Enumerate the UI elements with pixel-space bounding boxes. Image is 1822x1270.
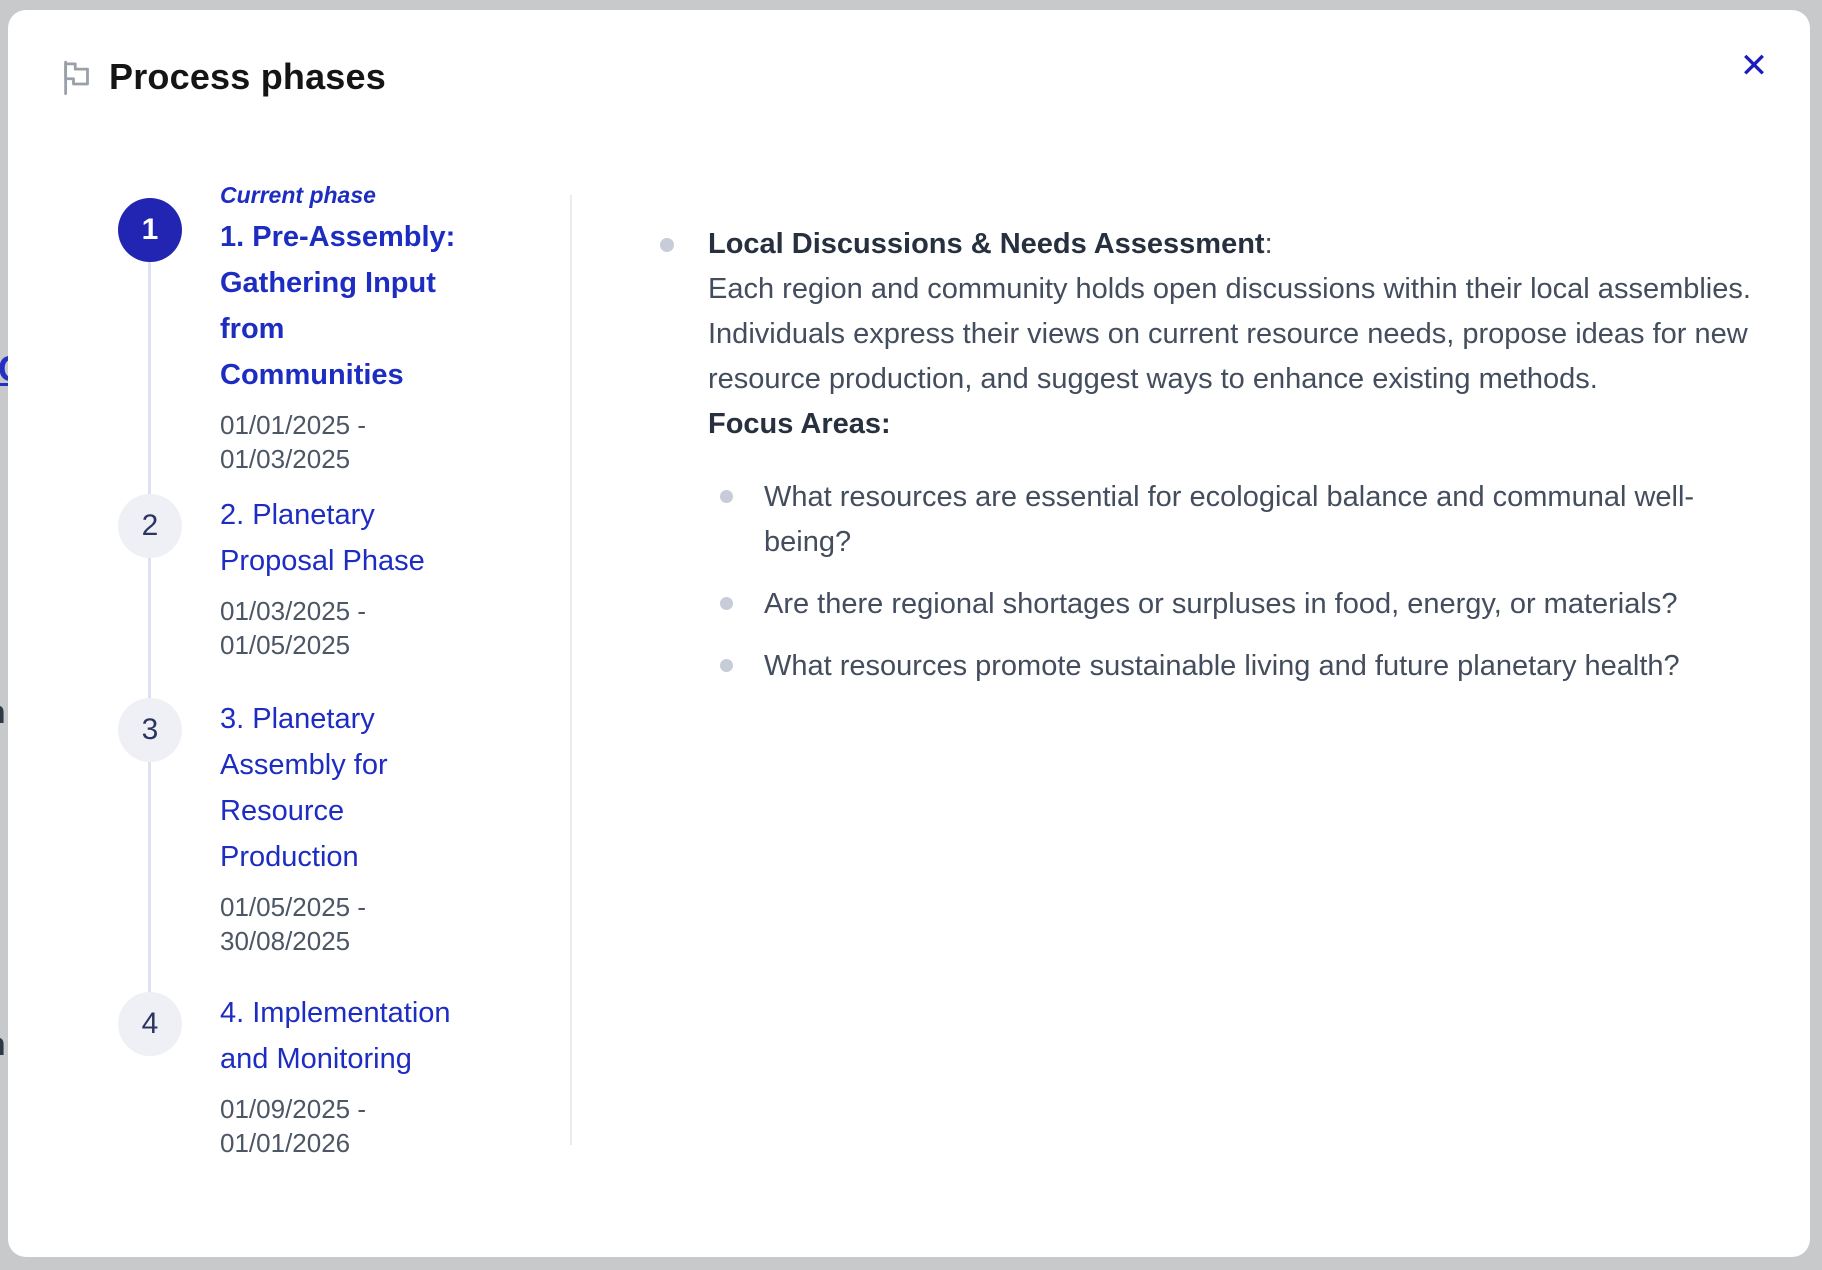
background-text-fragment: n	[0, 694, 6, 731]
focus-area-text: Are there regional shortages or surpluse…	[764, 588, 1677, 620]
stepper-step-2[interactable]: 2 2. Planetary Proposal Phase 01/03/2025…	[118, 492, 472, 662]
stepper-step-4[interactable]: 4 4. Implementation and Monitoring 01/09…	[118, 990, 472, 1160]
focus-area-item: What resources are essential for ecologi…	[720, 475, 1750, 565]
step-2-dates: 01/03/2025 - 01/05/2025	[220, 594, 472, 662]
section-heading: Local Discussions & Needs Assessment	[708, 228, 1265, 260]
step-3-text: 3. Planetary Assembly for Resource Produ…	[220, 696, 472, 958]
step-1-dates: 01/01/2025 - 01/03/2025	[220, 408, 472, 476]
section-paragraph: Each region and community holds open dis…	[708, 267, 1783, 402]
current-phase-badge: Current phase	[220, 182, 472, 209]
focus-area-text: What resources promote sustainable livin…	[764, 650, 1680, 682]
column-separator	[570, 195, 572, 1145]
step-4-dates: 01/09/2025 - 01/01/2026	[220, 1092, 472, 1160]
step-3-title[interactable]: 3. Planetary Assembly for Resource Produ…	[220, 696, 472, 880]
background-text-fragment: n	[0, 1026, 6, 1063]
modal-title: Process phases	[109, 56, 386, 98]
bullet-icon	[720, 490, 733, 503]
section-heading-colon: :	[1265, 228, 1273, 260]
bullet-icon	[720, 659, 733, 672]
phase-stepper: 1 Current phase 1. Pre-Assembly: Gatheri…	[118, 182, 500, 1162]
focus-area-text: What resources are essential for ecologi…	[764, 481, 1694, 558]
step-4-title[interactable]: 4. Implementation and Monitoring	[220, 990, 472, 1082]
bullet-icon	[720, 597, 733, 610]
step-2-title[interactable]: 2. Planetary Proposal Phase	[220, 492, 472, 584]
focus-areas-list: What resources are essential for ecologi…	[720, 475, 1785, 689]
process-phases-modal: Process phases ✕ 1 Current phase 1. Pre-…	[8, 10, 1810, 1257]
step-1-title[interactable]: 1. Pre-Assembly: Gathering Input from Co…	[220, 214, 472, 398]
step-2-text: 2. Planetary Proposal Phase 01/03/2025 -…	[220, 492, 472, 662]
focus-area-item: Are there regional shortages or surpluse…	[720, 582, 1750, 627]
step-4-circle[interactable]: 4	[118, 992, 182, 1056]
focus-areas-heading: Focus Areas:	[708, 402, 1785, 447]
flag-icon	[56, 56, 98, 98]
step-3-dates: 01/05/2025 - 30/08/2025	[220, 890, 472, 958]
phase-detail-item: Local Discussions & Needs Assessment: Ea…	[660, 222, 1785, 689]
detail-text-block: Local Discussions & Needs Assessment: Ea…	[708, 222, 1785, 447]
step-4-text: 4. Implementation and Monitoring 01/09/2…	[220, 990, 472, 1160]
step-2-circle[interactable]: 2	[118, 494, 182, 558]
step-1-text: Current phase 1. Pre-Assembly: Gathering…	[220, 182, 472, 476]
modal-header: Process phases ✕	[8, 10, 1810, 120]
stepper-step-1[interactable]: 1 Current phase 1. Pre-Assembly: Gatheri…	[118, 182, 472, 476]
step-1-circle[interactable]: 1	[118, 198, 182, 262]
bullet-icon	[660, 238, 674, 252]
phase-details: Local Discussions & Needs Assessment: Ea…	[660, 222, 1785, 706]
step-3-circle[interactable]: 3	[118, 698, 182, 762]
stepper-step-3[interactable]: 3 3. Planetary Assembly for Resource Pro…	[118, 696, 472, 958]
focus-area-item: What resources promote sustainable livin…	[720, 644, 1750, 689]
close-icon[interactable]: ✕	[1732, 44, 1776, 88]
